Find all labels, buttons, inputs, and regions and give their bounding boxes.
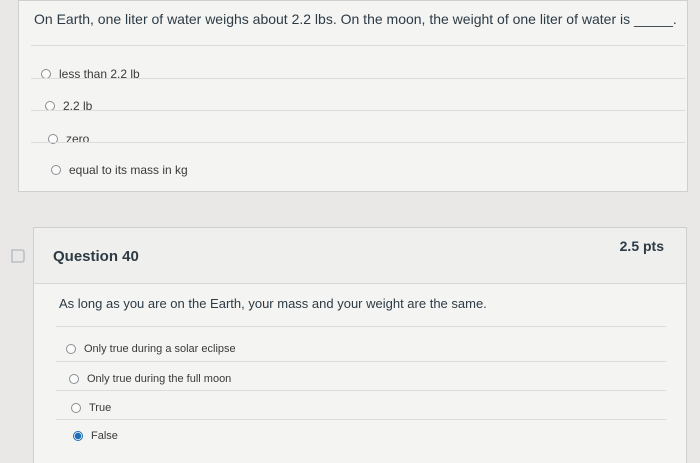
question-40-prompt: As long as you are on the Earth, your ma… <box>59 296 487 311</box>
answer-label: False <box>91 430 118 442</box>
radio-button[interactable] <box>71 403 81 413</box>
radio-button[interactable] <box>69 374 79 384</box>
divider <box>56 419 666 420</box>
answer-option[interactable]: Only true during a solar eclipse <box>66 343 236 355</box>
answer-option[interactable]: zero <box>48 132 89 146</box>
answer-option[interactable]: equal to its mass in kg <box>51 163 188 177</box>
answer-option[interactable]: Only true during the full moon <box>69 373 231 385</box>
answer-option[interactable]: True <box>71 402 111 414</box>
answer-label: Only true during a solar eclipse <box>84 343 236 355</box>
answer-label: True <box>89 402 112 414</box>
question-39-prompt: On Earth, one liter of water weighs abou… <box>34 11 677 27</box>
bookmark-flag-icon[interactable] <box>10 249 26 263</box>
divider <box>31 45 685 46</box>
radio-button-selected[interactable] <box>73 431 83 441</box>
points-label: 2.5 pts <box>619 238 664 254</box>
radio-button[interactable] <box>66 344 76 354</box>
answer-label: Only true during the full moon <box>87 373 232 385</box>
divider <box>56 326 666 327</box>
divider <box>31 110 685 111</box>
answer-label: zero <box>66 132 90 146</box>
divider <box>56 390 666 391</box>
divider <box>56 361 666 362</box>
question-header: Question 40 2.5 pts <box>34 228 686 284</box>
answer-label: equal to its mass in kg <box>69 163 188 177</box>
radio-button[interactable] <box>51 165 61 175</box>
divider <box>31 142 685 143</box>
answer-option[interactable]: False <box>73 430 118 442</box>
question-title: Question 40 <box>53 248 139 265</box>
question-39-card: On Earth, one liter of water weighs abou… <box>18 0 688 192</box>
divider <box>31 78 685 79</box>
question-40-card: Question 40 2.5 pts As long as you are o… <box>33 227 687 463</box>
